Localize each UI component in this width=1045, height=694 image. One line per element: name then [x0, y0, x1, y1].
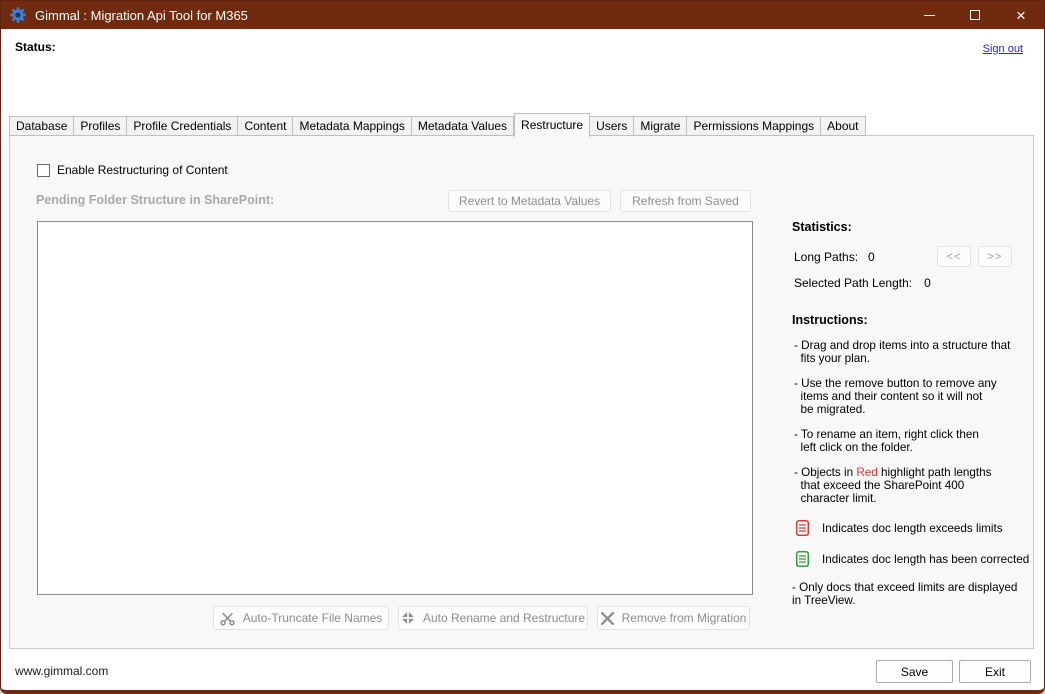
- app-window: Gimmal : Migration Api Tool for M365 × S…: [0, 0, 1045, 694]
- website-label: www.gimmal.com: [15, 664, 108, 678]
- pending-folder-treeview[interactable]: [37, 221, 753, 595]
- tab-database[interactable]: Database: [9, 116, 74, 136]
- exit-button[interactable]: Exit: [959, 660, 1031, 683]
- tab-profiles[interactable]: Profiles: [74, 116, 127, 136]
- collapse-arrows-icon: [401, 611, 415, 625]
- footer-bar: www.gimmal.com Save Exit: [1, 649, 1044, 690]
- red-doc-icon: [796, 520, 809, 536]
- instructions-footnote: - Only docs that exceed limits are displ…: [792, 581, 1036, 607]
- tab-users[interactable]: Users: [590, 116, 634, 136]
- enable-restructuring-label: Enable Restructuring of Content: [57, 163, 228, 177]
- right-panel: Statistics: Long Paths: 0 << >> Selected…: [792, 220, 1036, 607]
- enable-restructuring-row: Enable Restructuring of Content: [37, 163, 228, 177]
- selected-path-length-row: Selected Path Length: 0: [792, 276, 1036, 290]
- green-doc-icon: [796, 551, 809, 567]
- close-button[interactable]: ×: [998, 1, 1044, 29]
- enable-restructuring-checkbox[interactable]: [37, 164, 50, 177]
- selected-path-length-value: 0: [924, 276, 931, 290]
- minimize-button[interactable]: [906, 1, 952, 29]
- title-bar: Gimmal : Migration Api Tool for M365 ×: [1, 1, 1044, 29]
- tab-about[interactable]: About: [821, 116, 865, 136]
- auto-rename-and-restructure-button[interactable]: Auto Rename and Restructure: [398, 606, 588, 630]
- tab-metadata-values[interactable]: Metadata Values: [412, 116, 514, 136]
- instruction-item: - Drag and drop items into a structure t…: [792, 339, 1036, 365]
- close-icon: ×: [1016, 7, 1026, 24]
- legend-row: Indicates doc length exceeds limits: [792, 520, 1036, 536]
- action-button-label: Remove from Migration: [622, 611, 747, 625]
- tab-metadata-mappings[interactable]: Metadata Mappings: [293, 116, 411, 136]
- instruction-item: - Objects in Red highlight path lengths …: [792, 466, 1036, 505]
- tree-actions-row: Auto-Truncate File Names Auto Rename and …: [10, 606, 770, 630]
- long-paths-label: Long Paths:: [794, 250, 858, 264]
- long-paths-row: Long Paths: 0 << >>: [792, 246, 1036, 268]
- instruction-item: - To rename an item, right click then le…: [792, 428, 1036, 454]
- action-button-label: Auto Rename and Restructure: [423, 611, 585, 625]
- tab-strip: DatabaseProfilesProfile CredentialsConte…: [9, 113, 866, 136]
- remove-x-icon: [601, 612, 614, 625]
- maximize-icon: [970, 10, 980, 20]
- status-label: Status:: [15, 40, 56, 54]
- tab-migrate[interactable]: Migrate: [634, 116, 687, 136]
- minimize-icon: [924, 15, 935, 16]
- tab-restructure[interactable]: Restructure: [514, 113, 590, 137]
- legend-text: Indicates doc length exceeds limits: [822, 522, 1003, 535]
- instruction-item: - Use the remove button to remove any it…: [792, 377, 1036, 416]
- gear-icon: [10, 7, 26, 23]
- refresh-from-saved-button[interactable]: Refresh from Saved: [620, 190, 751, 212]
- instructions-title: Instructions:: [792, 313, 1036, 327]
- legend-text: Indicates doc length has been corrected: [822, 553, 1029, 566]
- action-button-label: Auto-Truncate File Names: [243, 611, 383, 625]
- revert-to-metadata-values-button[interactable]: Revert to Metadata Values: [448, 190, 611, 212]
- tab-permissions-mappings[interactable]: Permissions Mappings: [687, 116, 821, 136]
- pending-folder-structure-label: Pending Folder Structure in SharePoint:: [36, 193, 274, 207]
- restructure-tab-page: Enable Restructuring of Content Pending …: [9, 135, 1034, 649]
- statistics-title: Statistics:: [792, 220, 1036, 234]
- auto-truncate-file-names-button[interactable]: Auto-Truncate File Names: [213, 606, 389, 630]
- selected-path-length-label: Selected Path Length:: [794, 276, 912, 290]
- sign-out-link[interactable]: Sign out: [983, 43, 1023, 55]
- legend-row: Indicates doc length has been corrected: [792, 551, 1036, 567]
- legend-list: Indicates doc length exceeds limits Indic…: [792, 520, 1036, 567]
- window-title: Gimmal : Migration Api Tool for M365: [35, 8, 248, 23]
- tab-profile-credentials[interactable]: Profile Credentials: [127, 116, 238, 136]
- next-long-path-button[interactable]: >>: [978, 246, 1012, 267]
- scissors-icon: [220, 611, 235, 626]
- tab-content[interactable]: Content: [238, 116, 293, 136]
- instructions-list: - Drag and drop items into a structure t…: [792, 339, 1036, 505]
- long-paths-value: 0: [868, 250, 875, 264]
- save-button[interactable]: Save: [876, 660, 953, 683]
- remove-from-migration-button[interactable]: Remove from Migration: [597, 606, 750, 630]
- maximize-button[interactable]: [952, 1, 998, 29]
- previous-long-path-button[interactable]: <<: [937, 246, 971, 267]
